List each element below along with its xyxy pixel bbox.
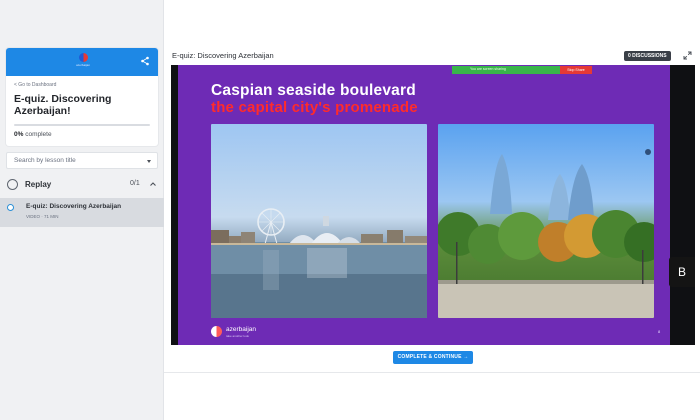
flame-towers-park-photo (438, 124, 654, 318)
stop-share-button[interactable]: Stop Share (560, 66, 592, 74)
lesson-item-title: E-quiz: Discovering Azerbaijan (26, 203, 122, 210)
content-divider (164, 372, 700, 373)
screen-share-bar: You are screen sharing Stop Share (452, 66, 592, 74)
progress-label: 0% complete (14, 131, 52, 138)
section-replay[interactable]: Replay 0/1 (0, 176, 164, 194)
dropdown-caret-icon (147, 160, 151, 163)
brand-logo-tagline: take another look (226, 334, 250, 338)
screen-share-text: You are screen sharing (470, 67, 506, 71)
waterfront-illustration (211, 208, 427, 318)
discussions-button[interactable]: 0 DISCUSSIONS (624, 51, 671, 61)
baku-waterfront-photo (211, 124, 427, 318)
lesson-status-icon (7, 204, 14, 211)
share-icon[interactable] (140, 56, 150, 66)
presentation-slide: You are screen sharing Stop Share Caspia… (178, 65, 670, 345)
screen-share-status: You are screen sharing (452, 66, 560, 74)
slide-title: Caspian seaside boulevard (211, 82, 416, 99)
course-logo: azerbaijan (75, 53, 91, 69)
sidebar: azerbaijan < Go to Dashboard E-quiz. Dis… (0, 0, 164, 420)
lesson-header: E-quiz: Discovering Azerbaijan 0 DISCUSS… (168, 48, 696, 64)
go-to-dashboard-link[interactable]: < Go to Dashboard (14, 82, 56, 88)
course-card-header: azerbaijan (6, 48, 158, 76)
progress-value: 0% (14, 131, 24, 138)
azerbaijan-logo-mark (78, 53, 88, 62)
section-label: Replay (25, 180, 52, 189)
azerbaijan-brand-logo: azerbaijan take another look (211, 325, 271, 339)
side-panel-tab[interactable]: B (669, 257, 695, 287)
chevron-up-icon[interactable] (149, 180, 157, 188)
course-title: E-quiz. Discovering Azerbaijan! (14, 93, 112, 117)
brand-logo-name: azerbaijan (226, 326, 256, 333)
section-status-icon (7, 179, 18, 190)
lesson-item-e-quiz[interactable]: E-quiz: Discovering Azerbaijan VIDEO · 7… (0, 198, 164, 227)
search-placeholder: Search by lesson title (14, 157, 76, 164)
lesson-search-select[interactable]: Search by lesson title (6, 152, 158, 169)
slide-page-number: 8 (658, 329, 661, 334)
progress-bar (14, 124, 150, 126)
park-illustration (438, 149, 654, 318)
course-logo-text: azerbaijan (76, 63, 90, 67)
brand-logo-mark (211, 326, 222, 337)
complete-continue-button[interactable]: COMPLETE & CONTINUE → (393, 351, 473, 364)
progress-suffix: complete (25, 131, 52, 138)
slide-subtitle: the capital city's promenade (211, 99, 418, 116)
course-card: azerbaijan < Go to Dashboard E-quiz. Dis… (6, 48, 158, 146)
lesson-item-meta: VIDEO · 71 MIN (26, 214, 59, 219)
lesson-title: E-quiz: Discovering Azerbaijan (172, 51, 274, 60)
section-count: 0/1 (130, 180, 140, 187)
expand-icon[interactable] (683, 51, 692, 60)
video-player[interactable]: You are screen sharing Stop Share Caspia… (171, 65, 695, 345)
